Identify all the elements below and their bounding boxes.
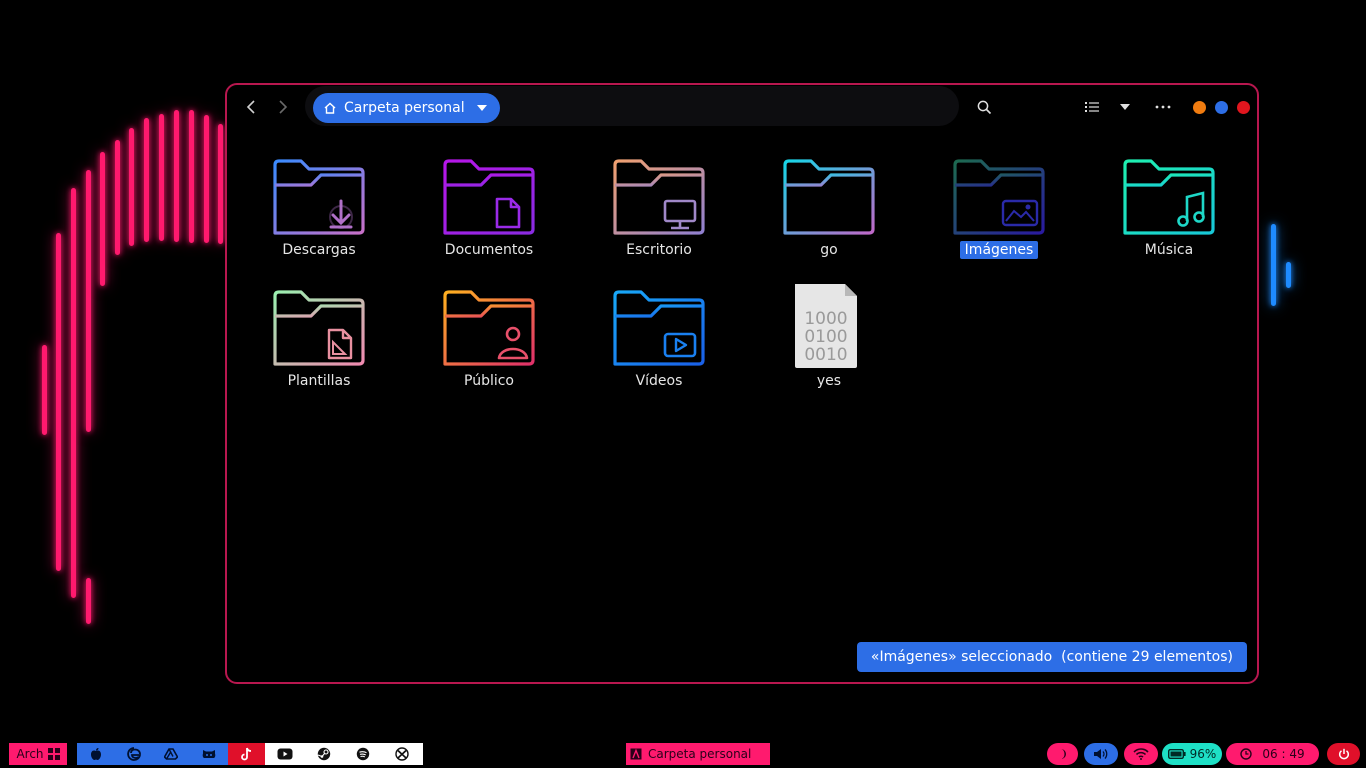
- item-label: Escritorio: [626, 242, 692, 258]
- file-item[interactable]: 1000 0100 0010 yes: [754, 284, 904, 410]
- app-group-white: [265, 743, 423, 765]
- folder-icon: [783, 159, 875, 235]
- xbox-icon[interactable]: [382, 743, 421, 765]
- clock[interactable]: 06 : 49: [1226, 743, 1319, 765]
- menu-button[interactable]: [1151, 96, 1175, 118]
- breadcrumb-label: Carpeta personal: [344, 100, 465, 116]
- folder-icon: [613, 159, 705, 235]
- item-label: Música: [1144, 242, 1194, 258]
- volume-button[interactable]: [1084, 743, 1118, 765]
- folder-item[interactable]: Público: [414, 290, 564, 410]
- folder-item[interactable]: Imágenes: [924, 159, 1074, 279]
- item-label: Descargas: [282, 242, 356, 258]
- power-icon: [1338, 748, 1349, 760]
- volume-icon: [1094, 749, 1108, 759]
- tiktok-icon[interactable]: [228, 743, 265, 765]
- binary-file-icon: 100001000010: [795, 284, 857, 368]
- caret-down-icon: [1120, 104, 1130, 110]
- folder-item[interactable]: Plantillas: [244, 290, 394, 410]
- folder-icon: [273, 290, 365, 366]
- clock-icon: [1240, 748, 1253, 760]
- active-window-label: Carpeta personal: [648, 747, 752, 761]
- battery-level: 96%: [1189, 747, 1217, 761]
- svg-text:0010: 0010: [804, 345, 847, 365]
- steam-icon[interactable]: [304, 743, 343, 765]
- folder-item[interactable]: Vídeos: [584, 290, 734, 410]
- item-label: yes: [816, 373, 842, 389]
- wifi-icon: [1133, 748, 1149, 760]
- item-label: Plantillas: [287, 373, 351, 389]
- minimize-button[interactable]: [1193, 101, 1206, 114]
- folder-item[interactable]: Descargas: [244, 159, 394, 279]
- youtube-icon[interactable]: [265, 743, 304, 765]
- folder-icon: [443, 290, 535, 366]
- launcher-button[interactable]: Arch: [9, 743, 67, 765]
- github-icon[interactable]: [190, 743, 228, 765]
- svg-text:0100: 0100: [804, 327, 847, 347]
- home-icon: [324, 102, 336, 114]
- caret-down-icon: [476, 105, 487, 111]
- wifi-button[interactable]: [1124, 743, 1158, 765]
- maximize-button[interactable]: [1215, 101, 1228, 114]
- item-label: Público: [464, 373, 514, 389]
- taskbar: Arch Carpeta personal 96% 06 : 49: [0, 743, 1366, 765]
- file-manager-window: Carpeta personal Descargas Documentos Es…: [225, 83, 1259, 684]
- folder-icon: [1123, 159, 1215, 235]
- back-button[interactable]: [240, 96, 262, 118]
- more-icon: [1155, 105, 1171, 109]
- folder-item[interactable]: Escritorio: [584, 159, 734, 279]
- breadcrumb-home[interactable]: Carpeta personal: [313, 93, 500, 123]
- folder-icon: [273, 159, 365, 235]
- chevron-left-icon: [246, 100, 255, 114]
- close-button[interactable]: [1237, 101, 1250, 114]
- drive-icon[interactable]: [153, 743, 191, 765]
- power-button[interactable]: [1327, 743, 1360, 765]
- windows-icon: [47, 748, 60, 760]
- spotify-icon[interactable]: [343, 743, 382, 765]
- search-icon: [977, 100, 991, 114]
- folder-icon: [613, 290, 705, 366]
- folder-item[interactable]: Documentos: [414, 159, 564, 279]
- folder-item[interactable]: go: [754, 159, 904, 279]
- launcher-label: Arch: [16, 747, 44, 761]
- moon-icon: [1060, 749, 1066, 759]
- list-view-button[interactable]: [1080, 96, 1104, 118]
- battery-icon: [1167, 749, 1186, 759]
- folder-icon: [953, 159, 1045, 235]
- item-label: Imágenes: [959, 241, 1039, 259]
- folder-item[interactable]: Música: [1094, 159, 1244, 279]
- app-group-blue: [77, 743, 228, 765]
- apple-icon[interactable]: [77, 743, 115, 765]
- header-bar: Carpeta personal: [227, 85, 1257, 129]
- status-overlay: «Imágenes» seleccionado (contiene 29 ele…: [856, 642, 1247, 672]
- view-options-button[interactable]: [1113, 96, 1137, 118]
- svg-text:1000: 1000: [804, 309, 847, 329]
- item-label: Vídeos: [635, 373, 683, 389]
- night-mode-toggle[interactable]: [1047, 743, 1078, 765]
- active-window-task[interactable]: Carpeta personal: [626, 743, 770, 765]
- folder-icon: [443, 159, 535, 235]
- edge-icon[interactable]: [115, 743, 153, 765]
- search-button[interactable]: [972, 96, 996, 118]
- item-label: Documentos: [444, 242, 534, 258]
- forward-button[interactable]: [272, 96, 294, 118]
- chevron-right-icon: [279, 100, 288, 114]
- clock-time: 06 : 49: [1262, 747, 1305, 761]
- path-bar[interactable]: Carpeta personal: [305, 86, 959, 126]
- app-window-icon: [630, 748, 642, 760]
- list-icon: [1085, 102, 1099, 112]
- battery-indicator[interactable]: 96%: [1162, 743, 1222, 765]
- item-label: go: [820, 242, 838, 258]
